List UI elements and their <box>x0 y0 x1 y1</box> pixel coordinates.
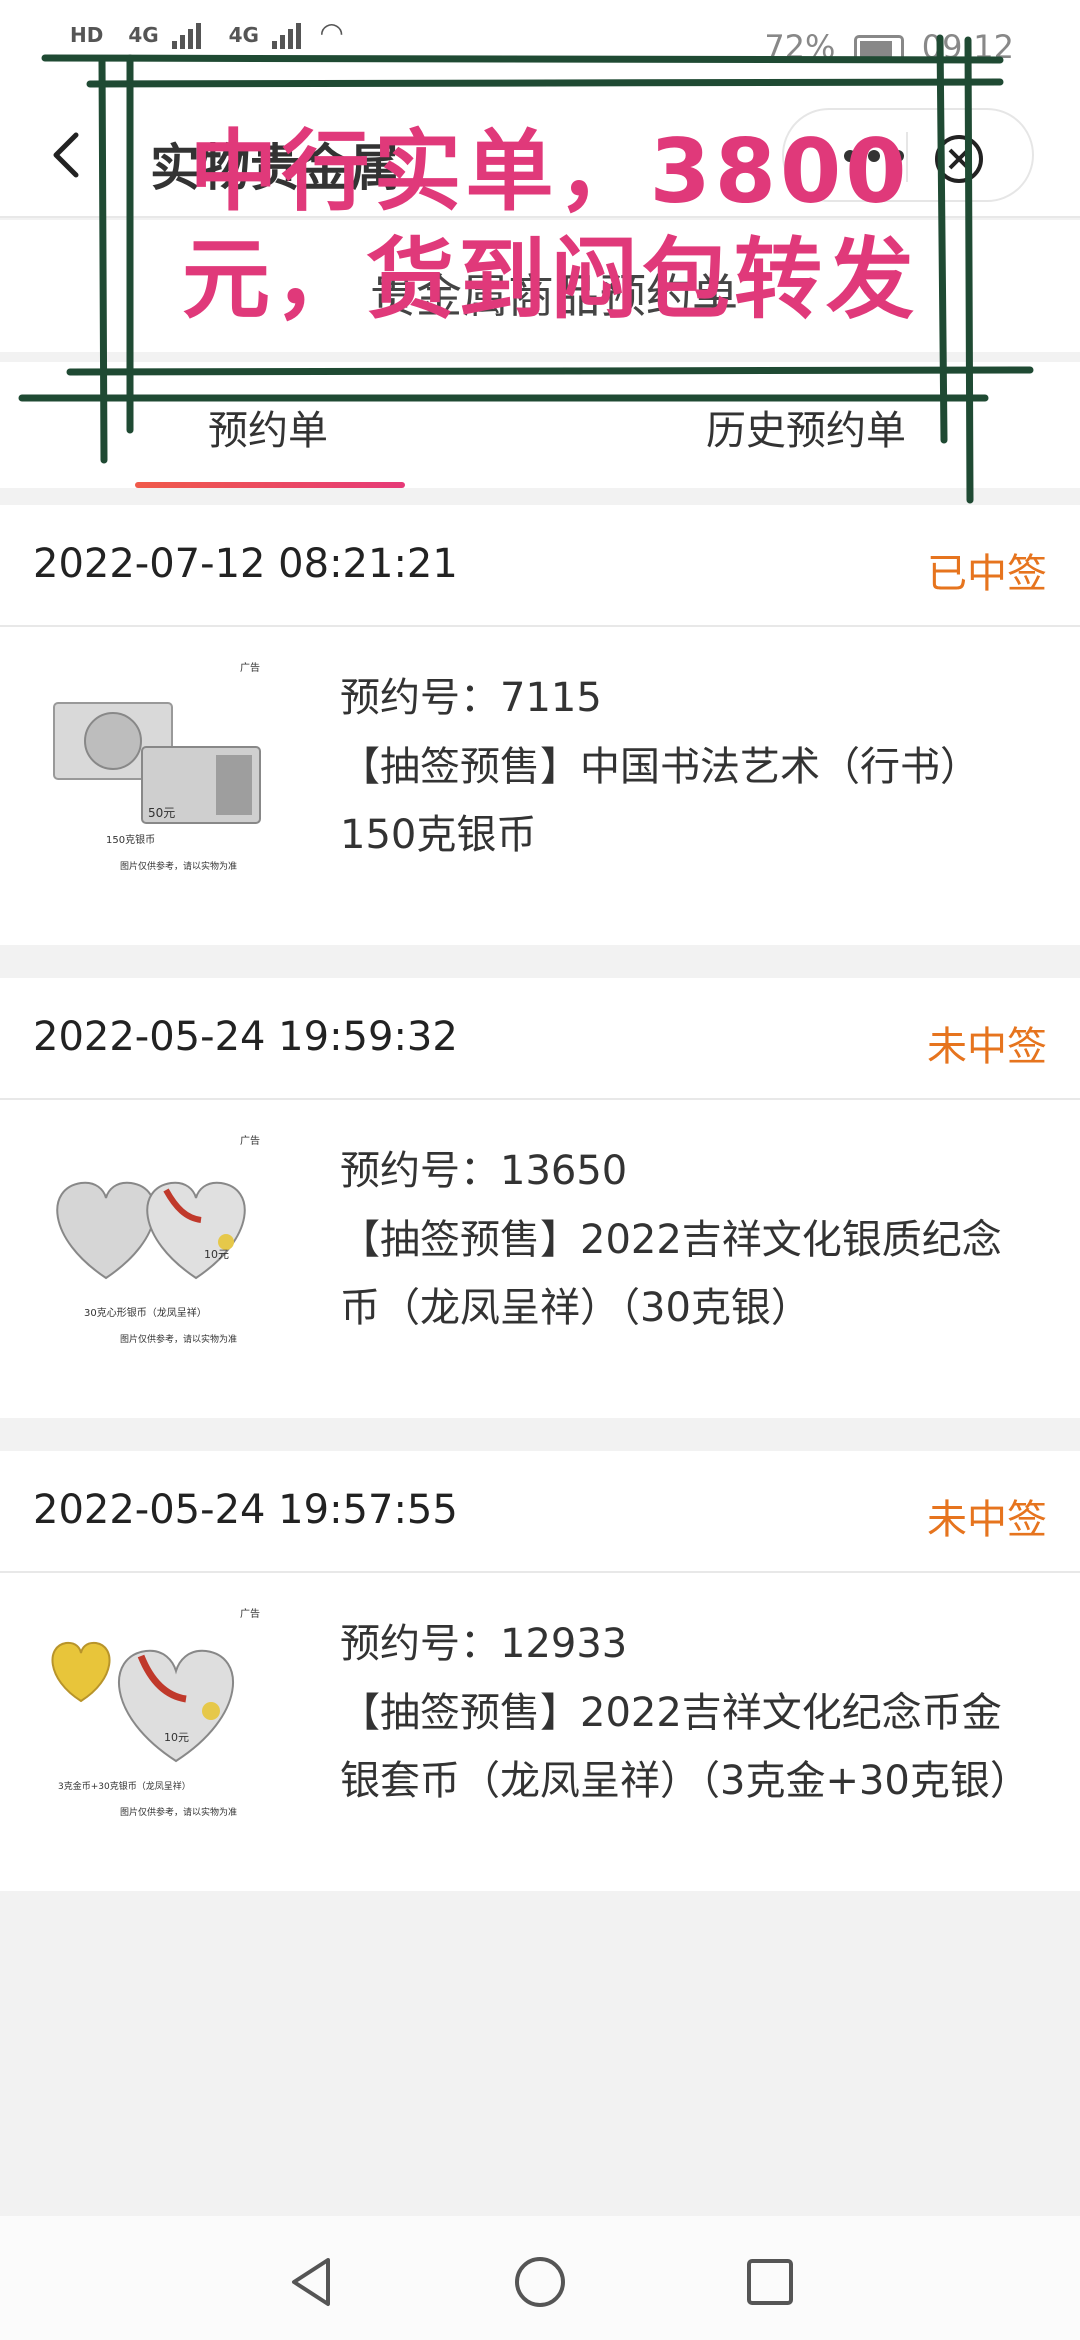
product-thumbnail: 广告 50元 150克银币 图片仅供参考，请以实物为准 <box>36 655 272 895</box>
tab-reservations[interactable]: 预约单 <box>208 398 328 456</box>
ad-label: 广告 <box>240 1134 260 1147</box>
back-button[interactable] <box>40 125 100 185</box>
order-card[interactable]: 2022-07-12 08:21:21 已中签 广告 50元 150克银币 图片… <box>0 505 1080 945</box>
status-bar: HD 4G 4G ◠ 72% 09:12 <box>0 0 1080 100</box>
circle-home-icon <box>515 2257 565 2307</box>
overlay-caption: 中行实单，3800 元，货到闷包转发 <box>140 118 960 334</box>
product-thumbnail: 广告 10元 3克金币+30克银币（龙凤呈祥） 图片仅供参考，请以实物为准 <box>36 1601 272 1841</box>
triangle-back-icon <box>292 2258 330 2306</box>
nav-home-button[interactable] <box>510 2252 570 2312</box>
thumb-note: 图片仅供参考，请以实物为准 <box>120 1333 237 1345</box>
heart-silver-coin-image: 广告 10元 30克心形银币（龙凤呈祥） 图片仅供参考，请以实物为准 <box>56 1134 260 1345</box>
battery-percent: 72% <box>764 28 836 66</box>
hd-badge: HD <box>70 23 104 47</box>
product-title: 【抽签预售】2022吉祥文化银质纪念币（龙凤呈祥）（30克银） <box>340 1217 1002 1331</box>
order-card-header: 2022-05-24 19:57:55 未中签 <box>0 1451 1080 1573</box>
order-date: 2022-07-12 08:21:21 <box>33 541 458 587</box>
order-date: 2022-05-24 19:57:55 <box>33 1487 458 1533</box>
reservation-number: 预约号：7115 <box>340 675 602 721</box>
lottery-result: 已中签 <box>927 551 1047 597</box>
order-card-header: 2022-05-24 19:59:32 未中签 <box>0 978 1080 1100</box>
network-type-2: 4G <box>228 23 259 47</box>
lottery-result: 未中签 <box>927 1497 1047 1543</box>
reservation-number: 预约号：12933 <box>340 1621 628 1667</box>
thumb-caption: 150克银币 <box>106 833 155 846</box>
active-tab-indicator <box>135 482 405 488</box>
ad-label: 广告 <box>240 1607 260 1620</box>
square-recents-icon <box>747 2259 793 2305</box>
overlay-line-2: 元，货到闷包转发 <box>181 228 918 331</box>
thumb-caption: 3克金币+30克银币（龙凤呈祥） <box>58 1780 191 1792</box>
order-date: 2022-05-24 19:59:32 <box>33 1014 458 1060</box>
system-navigation-bar <box>0 2216 1080 2340</box>
wifi-icon: ◠ <box>320 16 343 49</box>
ad-label: 广告 <box>240 661 260 674</box>
silver-coin-rect-image: 广告 50元 150克银币 图片仅供参考，请以实物为准 <box>53 661 261 872</box>
signal-icon <box>171 23 204 49</box>
thumb-note: 图片仅供参考，请以实物为准 <box>120 1806 237 1818</box>
nav-back-button[interactable] <box>280 2252 340 2312</box>
tab-history-reservations[interactable]: 历史预约单 <box>706 398 906 456</box>
lottery-result: 未中签 <box>927 1024 1047 1070</box>
product-title: 【抽签预售】中国书法艺术（行书）150克银币 <box>340 744 980 858</box>
face-value: 10元 <box>164 1731 189 1744</box>
product-thumbnail: 广告 10元 30克心形银币（龙凤呈祥） 图片仅供参考，请以实物为准 <box>36 1128 272 1368</box>
clock: 09:12 <box>921 28 1014 66</box>
thumb-caption: 30克心形银币（龙凤呈祥） <box>84 1306 207 1319</box>
signal-icon <box>271 23 304 49</box>
order-card[interactable]: 2022-05-24 19:59:32 未中签 广告 10元 30克心形银币（龙… <box>0 978 1080 1418</box>
face-value: 10元 <box>204 1248 229 1261</box>
chevron-left-icon <box>53 132 79 178</box>
gold-silver-coin-set-image: 广告 10元 3克金币+30克银币（龙凤呈祥） 图片仅供参考，请以实物为准 <box>51 1607 260 1818</box>
face-value: 50元 <box>148 806 175 820</box>
order-card[interactable]: 2022-05-24 19:57:55 未中签 广告 10元 3克金币+30克银… <box>0 1451 1080 1891</box>
order-card-header: 2022-07-12 08:21:21 已中签 <box>0 505 1080 627</box>
tab-bar: 预约单 历史预约单 <box>0 362 1080 488</box>
reservation-number: 预约号：13650 <box>340 1148 628 1194</box>
thumb-note: 图片仅供参考，请以实物为准 <box>120 860 237 872</box>
nav-recents-button[interactable] <box>740 2252 800 2312</box>
product-title: 【抽签预售】2022吉祥文化纪念币金银套币（龙凤呈祥）（3克金+30克银） <box>340 1690 1030 1804</box>
status-right: 72% 09:12 <box>764 28 1014 66</box>
overlay-line-1: 中行实单，3800 <box>189 120 911 223</box>
battery-icon <box>853 35 904 63</box>
status-left: HD 4G 4G ◠ <box>70 16 342 49</box>
network-type-1: 4G <box>128 23 159 47</box>
